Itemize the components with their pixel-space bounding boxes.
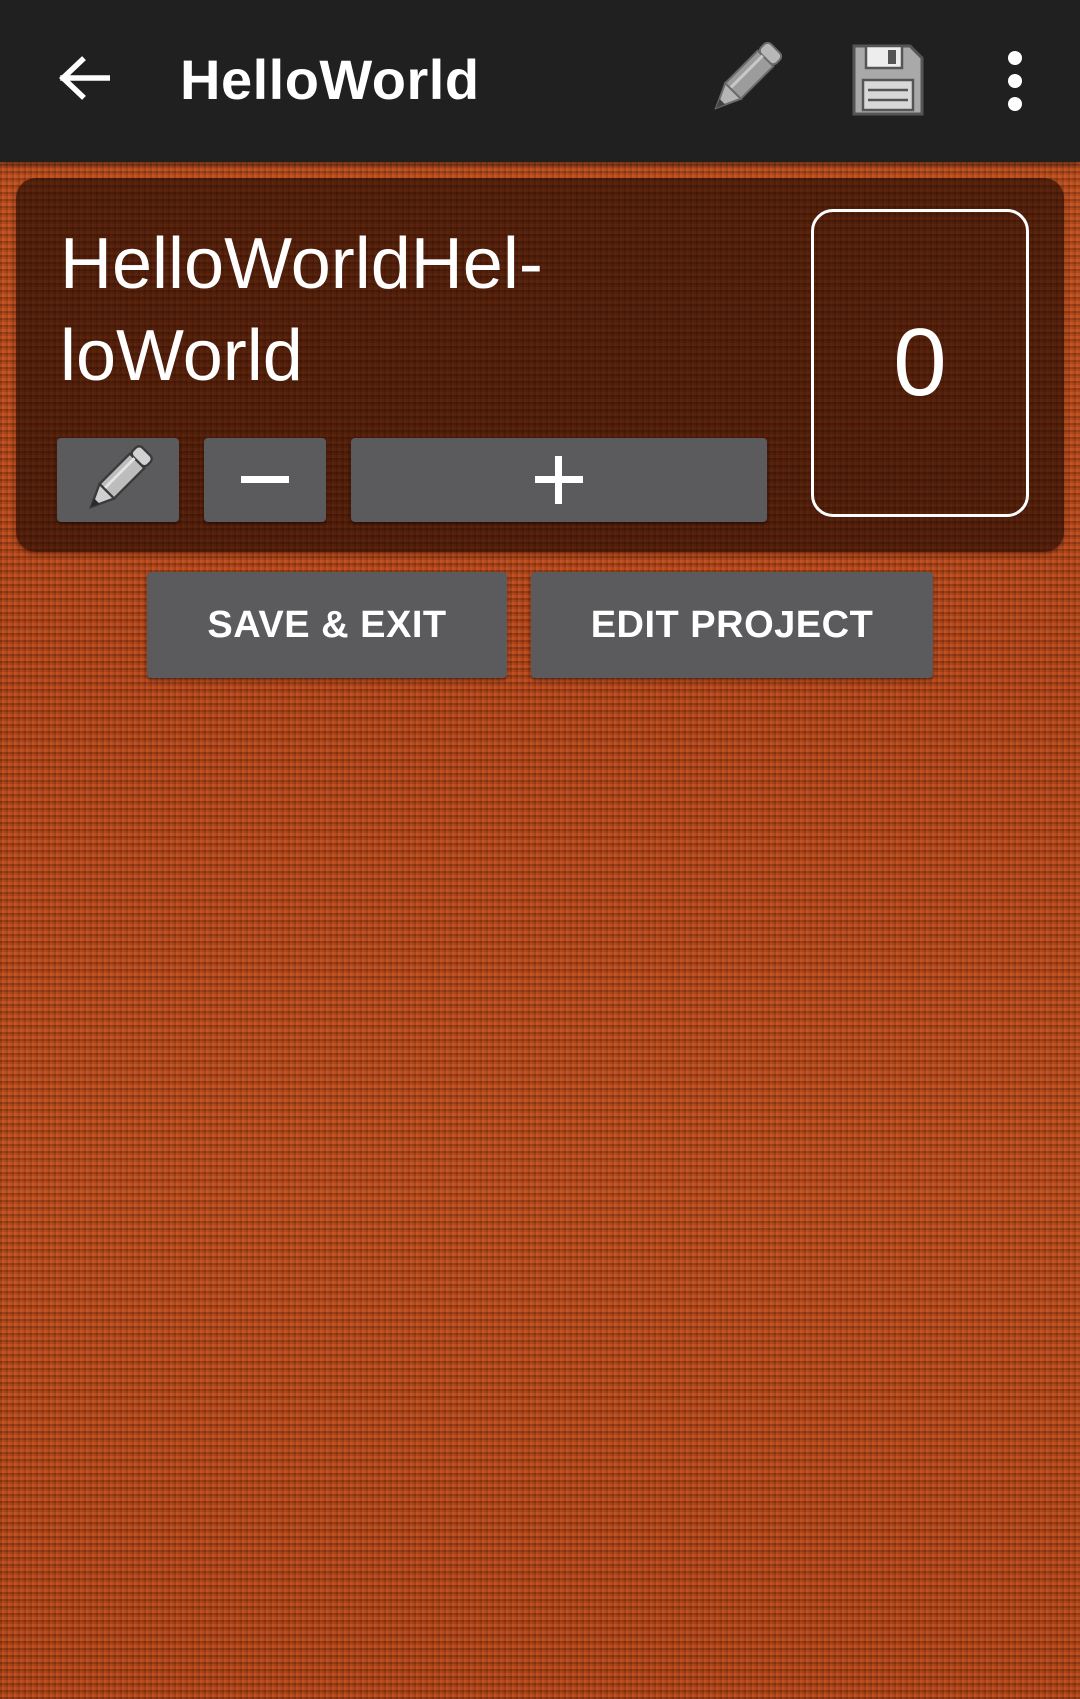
- counter-value-display[interactable]: 0: [811, 209, 1029, 517]
- edit-project-label: EDIT PROJECT: [590, 603, 874, 646]
- back-arrow-icon: [59, 56, 110, 100]
- overflow-menu-button[interactable]: [990, 46, 1040, 116]
- counter-name: HelloWorldHel- loWorld: [60, 224, 543, 396]
- app-bar: HelloWorld: [0, 0, 1080, 162]
- save-action-button[interactable]: [848, 40, 928, 120]
- edit-counter-button[interactable]: [57, 438, 179, 522]
- save-and-exit-label: SAVE & EXIT: [207, 603, 447, 646]
- more-vert-icon: [1008, 51, 1022, 111]
- pencil-icon: [88, 445, 153, 510]
- counter-value: 0: [893, 309, 947, 416]
- pencil-icon: [714, 41, 783, 110]
- app-title: HelloWorld: [180, 48, 480, 111]
- edit-action-button[interactable]: [700, 34, 790, 124]
- increment-button[interactable]: [351, 438, 767, 522]
- save-and-exit-button[interactable]: SAVE & EXIT: [147, 572, 507, 678]
- back-button[interactable]: [52, 46, 116, 110]
- edit-project-button[interactable]: EDIT PROJECT: [531, 572, 933, 678]
- counter-card: HelloWorldHel- loWorld 0: [16, 178, 1064, 552]
- floppy-disk-icon: [852, 44, 924, 116]
- decrement-button[interactable]: [204, 438, 326, 522]
- plus-icon: [535, 456, 583, 504]
- minus-icon: [241, 476, 289, 483]
